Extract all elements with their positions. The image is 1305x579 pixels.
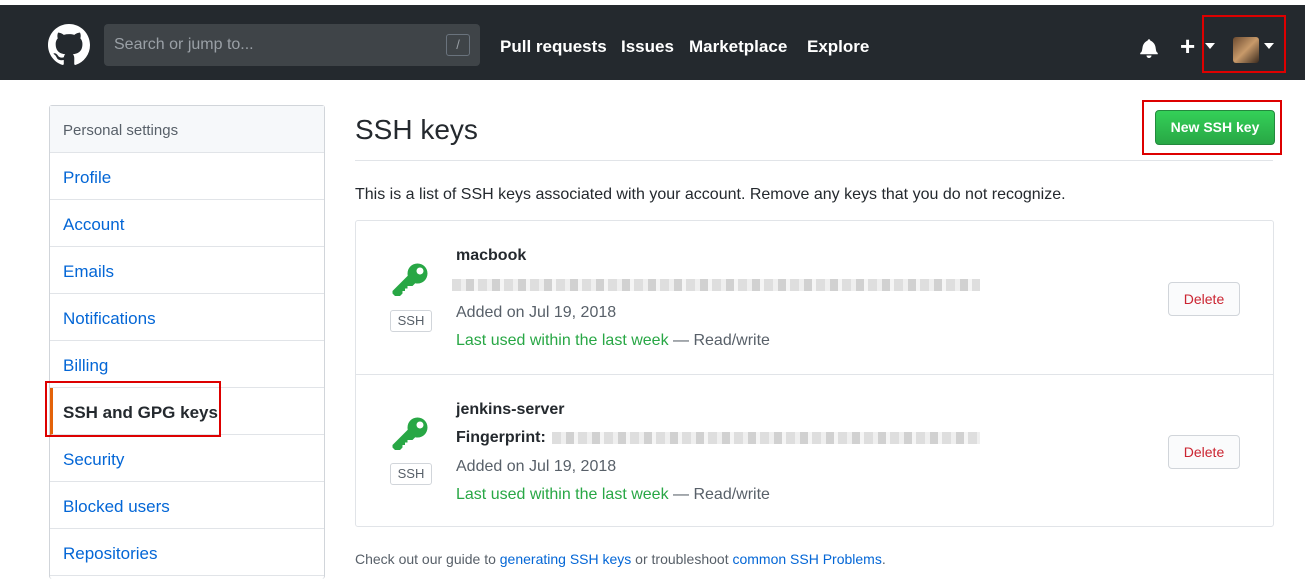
last-used-text: Last used within the last week xyxy=(456,332,669,349)
sidebar-item-repositories[interactable]: Repositories xyxy=(50,529,324,576)
top-navbar: Search or jump to... / Pull requests Iss… xyxy=(0,5,1305,80)
access-text: — Read/write xyxy=(673,332,770,349)
access-text: — Read/write xyxy=(673,486,770,503)
sidebar-item-profile[interactable]: Profile xyxy=(50,153,324,200)
key-icon xyxy=(392,417,428,450)
intro-text: This is a list of SSH keys associated wi… xyxy=(355,186,1066,203)
key-icon xyxy=(392,263,428,296)
generating-ssh-keys-link[interactable]: generating SSH keys xyxy=(500,551,632,567)
nav-issues[interactable]: Issues xyxy=(621,37,674,57)
nav-pull-requests[interactable]: Pull requests xyxy=(500,37,607,57)
page-title: SSH keys xyxy=(355,114,478,145)
key-last-used: Last used within the last week — Read/wr… xyxy=(456,332,770,350)
key-title: jenkins-server xyxy=(456,401,565,418)
title-divider xyxy=(355,160,1273,161)
ssh-key-row: SSH macbook Added on Jul 19, 2018 Last u… xyxy=(356,221,1273,374)
selected-item-highlight-box xyxy=(45,381,221,437)
key-title: macbook xyxy=(456,247,527,264)
nav-explore[interactable]: Explore xyxy=(807,37,869,57)
ssh-badge: SSH xyxy=(390,310,432,332)
redacted-fingerprint xyxy=(552,432,980,444)
footer-middle: or troubleshoot xyxy=(631,551,733,567)
notifications-bell-icon[interactable] xyxy=(1139,38,1159,58)
sidebar-heading: Personal settings xyxy=(50,106,324,153)
redacted-fingerprint xyxy=(452,279,980,291)
search-placeholder: Search or jump to... xyxy=(114,36,254,53)
ssh-badge: SSH xyxy=(390,463,432,485)
key-last-used: Last used within the last week — Read/wr… xyxy=(456,486,770,504)
settings-sidebar: Personal settings Profile Account Emails… xyxy=(49,105,325,579)
nav-marketplace[interactable]: Marketplace xyxy=(689,37,787,57)
avatar-highlight-box xyxy=(1202,15,1286,73)
key-added-date: Added on Jul 19, 2018 xyxy=(456,304,617,321)
sidebar-item-emails[interactable]: Emails xyxy=(50,247,324,294)
search-input[interactable]: Search or jump to... / xyxy=(104,24,480,66)
sidebar-item-account[interactable]: Account xyxy=(50,200,324,247)
common-ssh-problems-link[interactable]: common SSH Problems xyxy=(732,551,881,567)
github-logo-icon[interactable] xyxy=(48,24,90,66)
footer-suffix: . xyxy=(881,551,886,567)
create-new-plus-icon[interactable]: + xyxy=(1180,33,1195,59)
ssh-key-list: SSH macbook Added on Jul 19, 2018 Last u… xyxy=(355,220,1274,527)
ssh-key-row: SSH jenkins-server Fingerprint: Added on… xyxy=(356,374,1273,527)
delete-key-button[interactable]: Delete xyxy=(1168,282,1240,316)
sidebar-item-blocked-users[interactable]: Blocked users xyxy=(50,482,324,529)
fingerprint-label: Fingerprint: xyxy=(456,429,546,446)
sidebar-item-security[interactable]: Security xyxy=(50,435,324,482)
new-ssh-key-button[interactable]: New SSH key xyxy=(1155,110,1275,145)
last-used-text: Last used within the last week xyxy=(456,486,669,503)
slash-shortcut-hint: / xyxy=(446,34,470,56)
sidebar-item-notifications[interactable]: Notifications xyxy=(50,294,324,341)
delete-key-button[interactable]: Delete xyxy=(1168,435,1240,469)
help-footer: Check out our guide to generating SSH ke… xyxy=(355,551,886,567)
footer-prefix: Check out our guide to xyxy=(355,551,500,567)
key-added-date: Added on Jul 19, 2018 xyxy=(456,458,617,475)
